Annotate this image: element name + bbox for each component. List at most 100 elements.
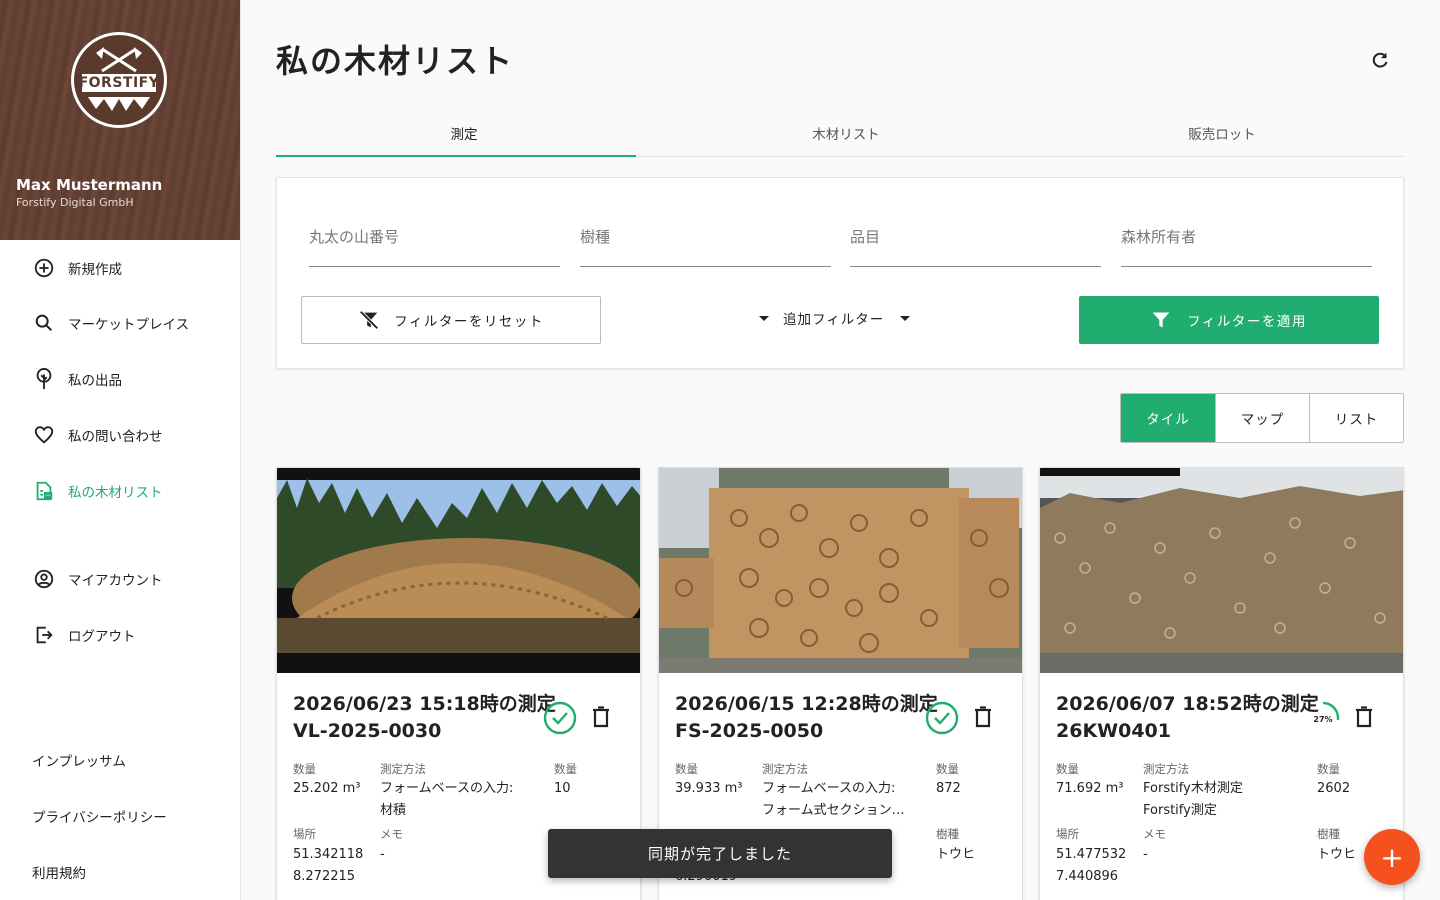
- apply-filter-button[interactable]: フィルターを適用: [1079, 296, 1379, 344]
- label-location: 場所: [293, 827, 316, 841]
- user-org: Forstify Digital GmbH: [16, 196, 134, 209]
- heart-icon: [32, 423, 56, 447]
- sidebar-item-label: 私の問い合わせ: [68, 429, 163, 445]
- species-field[interactable]: [580, 220, 831, 267]
- sidebar-item-marketplace[interactable]: マーケットプレイス: [0, 303, 240, 343]
- value-latitude: 51.477532: [1056, 847, 1127, 862]
- sidebar-item-label: ログアウト: [68, 629, 136, 645]
- additional-filter-dropdown[interactable]: 追加フィルター: [759, 308, 911, 328]
- plus-circle-icon: [32, 256, 56, 280]
- log-pile-photo: [277, 468, 640, 673]
- caret-down-icon: [759, 315, 769, 321]
- progress-ring-icon: 27%: [1313, 701, 1340, 724]
- measurement-card[interactable]: 2026/06/07 18:52時の測定 26KW0401 27% 数量 測定方…: [1039, 467, 1404, 900]
- apply-filter-label: フィルターを適用: [1187, 314, 1307, 330]
- additional-filter-label: 追加フィルター: [783, 312, 885, 328]
- value-species: トウヒ: [1317, 847, 1357, 862]
- species-input[interactable]: [580, 220, 831, 246]
- value-volume: 71.692 m³: [1056, 781, 1124, 796]
- refresh-button[interactable]: [1366, 46, 1394, 74]
- delete-button[interactable]: [1354, 706, 1374, 728]
- reset-filter-button[interactable]: フィルターをリセット: [301, 296, 601, 344]
- label-method: 測定方法: [380, 762, 426, 776]
- card-pile-id: VL-2025-0030: [293, 720, 442, 742]
- reset-filter-label: フィルターをリセット: [394, 314, 544, 330]
- trash-icon: [975, 706, 991, 728]
- value-species: トウヒ: [936, 847, 976, 862]
- tab-sales-lots[interactable]: 販売ロット: [1040, 112, 1404, 156]
- sidebar-item-label: 私の出品: [68, 373, 122, 389]
- forest-owner-input[interactable]: [1121, 220, 1372, 246]
- sync-done-icon: [543, 701, 577, 735]
- filter-panel: フィルターをリセット 追加フィルター フィルターを適用: [276, 177, 1404, 369]
- tab-timber-list[interactable]: 木材リスト: [652, 112, 1040, 156]
- tab-measurements[interactable]: 測定: [276, 112, 652, 157]
- tree-icon: [32, 367, 56, 391]
- logo-text: FORSTIFY: [78, 75, 160, 91]
- sync-complete-toast: 同期が完了しました: [548, 829, 892, 878]
- label-quantity: 数量: [1056, 762, 1079, 776]
- sidebar-item-label: マイアカウント: [68, 573, 163, 589]
- value-method-2: 材積: [380, 803, 407, 818]
- view-list-button[interactable]: リスト: [1309, 394, 1403, 442]
- sync-progress-indicator: 27%: [1306, 701, 1340, 735]
- product-input[interactable]: [850, 220, 1101, 246]
- value-longitude: 8.272215: [293, 869, 356, 884]
- log-pile-number-field[interactable]: [309, 220, 560, 267]
- value-volume: 39.933 m³: [675, 781, 743, 796]
- add-fab-button[interactable]: +: [1364, 829, 1420, 885]
- value-method-1: フォームベースの入力:: [380, 781, 514, 796]
- filter-icon: [1152, 312, 1170, 328]
- forstify-logo[interactable]: FORSTIFY: [71, 32, 167, 128]
- tab-bar: 測定 木材リスト 販売ロット: [276, 112, 1404, 157]
- value-method-2: フォーム式セクション…: [762, 803, 905, 818]
- sidebar-item-my-timber-list[interactable]: 私の木材リスト: [0, 471, 240, 511]
- log-pile-number-input[interactable]: [309, 220, 560, 246]
- sidebar-header: FORSTIFY Max Mustermann Forstify Digital…: [0, 0, 240, 240]
- value-volume: 25.202 m³: [293, 781, 361, 796]
- product-field[interactable]: [850, 220, 1101, 267]
- user-name: Max Mustermann: [16, 176, 163, 194]
- value-latitude: 51.342118: [293, 847, 364, 862]
- value-method-1: フォームベースの入力:: [762, 781, 896, 796]
- sidebar: FORSTIFY Max Mustermann Forstify Digital…: [0, 0, 241, 900]
- label-location: 場所: [1056, 827, 1079, 841]
- value-method-2: Forstify測定: [1143, 803, 1217, 818]
- footer-link-privacy[interactable]: プライバシーポリシー: [32, 806, 167, 826]
- view-map-button[interactable]: マップ: [1215, 394, 1309, 442]
- card-pile-id: FS-2025-0050: [675, 720, 824, 742]
- refresh-icon: [1372, 52, 1388, 68]
- value-memo: -: [1143, 847, 1148, 862]
- sidebar-item-my-inquiries[interactable]: 私の問い合わせ: [0, 415, 240, 455]
- delete-button[interactable]: [591, 706, 611, 728]
- value-count: 872: [936, 781, 961, 796]
- label-count: 数量: [1317, 762, 1340, 776]
- sidebar-item-label: 新規作成: [68, 262, 122, 278]
- sidebar-item-my-listings[interactable]: 私の出品: [0, 359, 240, 399]
- sidebar-item-my-account[interactable]: マイアカウント: [0, 559, 240, 599]
- sidebar-item-create[interactable]: 新規作成: [0, 248, 240, 288]
- view-tile-button[interactable]: タイル: [1121, 394, 1215, 442]
- footer-link-terms[interactable]: 利用規約: [32, 862, 86, 882]
- sidebar-item-logout[interactable]: ログアウト: [0, 615, 240, 655]
- label-method: 測定方法: [1143, 762, 1189, 776]
- card-title: 2026/06/07 18:52時の測定: [1056, 693, 1319, 715]
- card-title: 2026/06/23 15:18時の測定: [293, 693, 556, 715]
- view-toggle: タイル マップ リスト: [1120, 393, 1404, 443]
- sync-done-icon: [925, 701, 959, 735]
- trash-icon: [1356, 706, 1372, 728]
- document-list-icon: [32, 479, 56, 503]
- label-memo: メモ: [380, 827, 403, 841]
- label-quantity: 数量: [293, 762, 316, 776]
- label-count: 数量: [554, 762, 577, 776]
- sidebar-item-label: マーケットプレイス: [68, 317, 190, 333]
- value-memo: -: [380, 847, 385, 862]
- label-count: 数量: [936, 762, 959, 776]
- delete-button[interactable]: [973, 706, 993, 728]
- forest-owner-field[interactable]: [1121, 220, 1372, 267]
- label-method: 測定方法: [762, 762, 808, 776]
- value-method-1: Forstify木材測定: [1143, 781, 1243, 796]
- footer-link-imprint[interactable]: インプレッサム: [32, 750, 126, 770]
- label-quantity: 数量: [675, 762, 698, 776]
- value-longitude: 7.440896: [1056, 869, 1119, 884]
